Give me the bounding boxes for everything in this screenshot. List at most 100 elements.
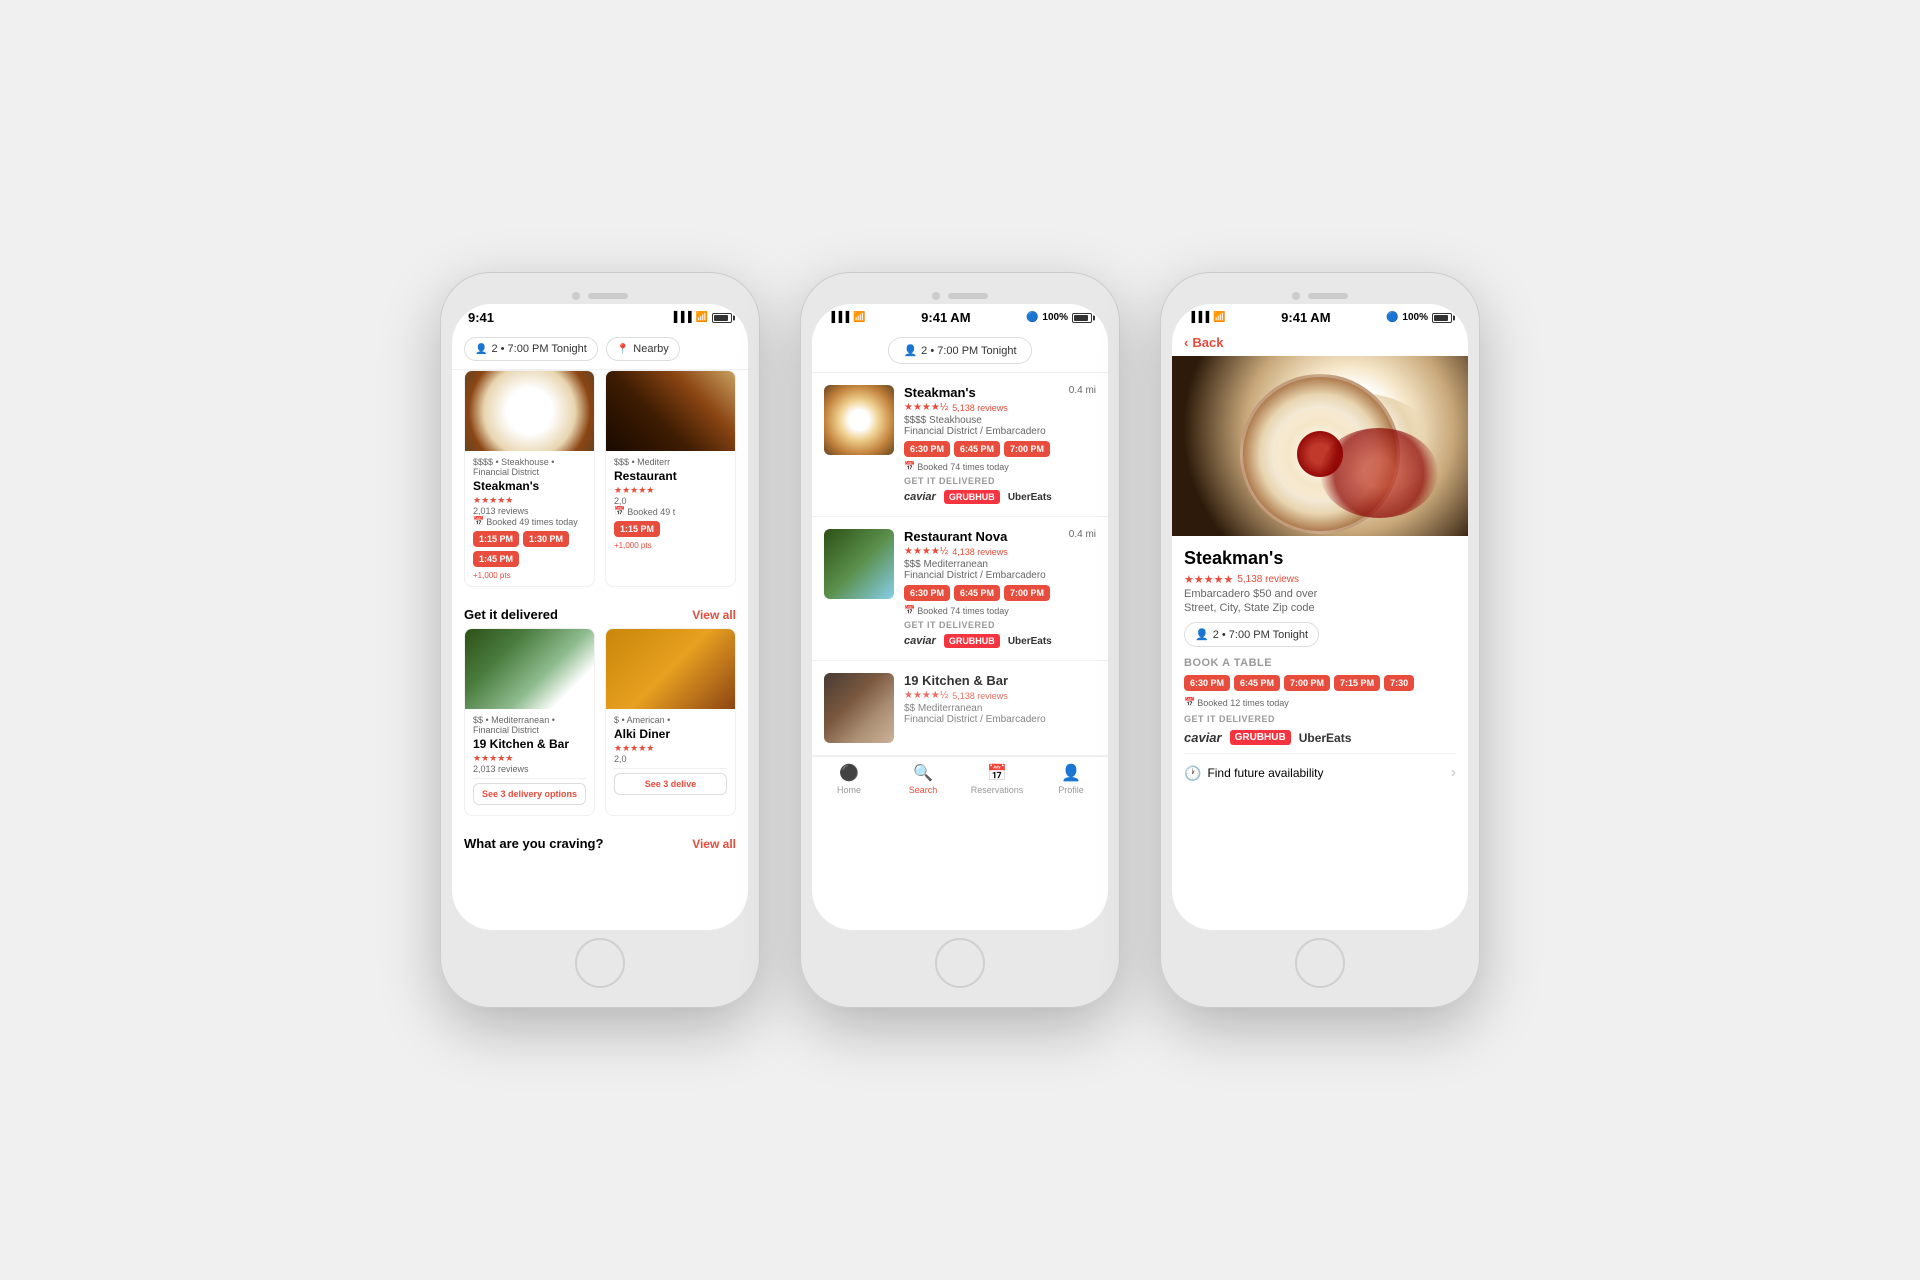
status-icons-2: ▐▐▐ 📶 [828,312,866,323]
detail-slot-3[interactable]: 7:00 PM [1284,675,1330,691]
profile-icon-nav: 👤 [1061,763,1081,783]
grubhub-logo-2[interactable]: GRUBHUB [944,634,1000,648]
result-rating-2: ★★★★½ 4,138 reviews [904,546,1059,557]
slot-1-2[interactable]: 1:30 PM [523,531,569,547]
detail-slot-2[interactable]: 6:45 PM [1234,675,1280,691]
result-loc-2: Financial District / Embarcadero [904,570,1059,581]
card-name-4: Alki Diner [614,727,727,741]
search-header-2: 👤 2 • 7:00 PM Tonight [812,329,1108,373]
slot-1-3[interactable]: 1:45 PM [473,551,519,567]
result-item-3[interactable]: 19 Kitchen & Bar ★★★★½ 5,138 reviews $$ … [812,661,1108,756]
phone-1-notch [572,292,628,300]
home-button-3[interactable] [1295,938,1345,988]
caviar-logo-1[interactable]: caviar [904,491,936,503]
battery-pct-2: 100% [1042,312,1068,323]
ubereats-logo-2[interactable]: UberEats [1008,636,1052,647]
result-cat-1: $$$$ Steakhouse [904,415,1059,426]
restaurant-card-1[interactable]: $$$$ • Steakhouse • Financial District S… [464,370,595,587]
result-booked-1: 📅 Booked 74 times today [904,461,1059,472]
detail-party-filter[interactable]: 👤 2 • 7:00 PM Tonight [1184,622,1319,647]
search-icon-nav: 🔍 [913,763,933,783]
search-filter-pill-2[interactable]: 👤 2 • 7:00 PM Tonight [888,337,1031,364]
party-filter-1[interactable]: 👤 2 • 7:00 PM Tonight [464,337,598,361]
result-slot-1-1[interactable]: 6:30 PM [904,441,950,457]
card-booked-2: 📅 Booked 49 t [614,506,727,517]
grubhub-logo-1[interactable]: GRUBHUB [944,490,1000,504]
delivery-options-4: See 3 delive [614,768,727,799]
caviar-logo-detail[interactable]: caviar [1184,730,1222,745]
card-info-1: $$$$ • Steakhouse • Financial District S… [465,451,594,586]
phone-2-screen: ▐▐▐ 📶 9:41 AM 🔵 100% 👤 2 [812,304,1108,930]
status-time-2: 9:41 AM [921,310,970,325]
get-delivered-label-2: GET IT DELIVERED [904,620,1059,630]
back-button[interactable]: ‹ Back [1172,329,1468,356]
result-item-2[interactable]: Restaurant Nova ★★★★½ 4,138 reviews $$$ … [812,517,1108,661]
status-bar-1: 9:41 ▐▐▐ 📶 [452,304,748,329]
card-info-4: $ • American • Alki Diner ★★★★★ 2,0 See … [606,709,735,805]
cal-icon-r1: 📅 [904,461,915,472]
ubereats-logo-detail[interactable]: UberEats [1299,731,1352,745]
person-icon: 👤 [475,344,487,355]
home-button-1[interactable] [575,938,625,988]
speaker-3 [1308,293,1348,299]
search-filter-label-2: 2 • 7:00 PM Tonight [921,345,1016,357]
calendar-icon-1: 📅 [473,516,484,527]
result-slot-2-3[interactable]: 7:00 PM [1004,585,1050,601]
result-reviews-1: 5,138 reviews [952,403,1008,413]
detail-content: Steakman's ★★★★★ 5,138 reviews Embarcade… [1172,536,1468,804]
battery-icon-2 [1072,313,1092,323]
caviar-logo-2[interactable]: caviar [904,635,936,647]
result-slot-1-2[interactable]: 6:45 PM [954,441,1000,457]
grubhub-logo-detail[interactable]: GRUBHUB [1230,730,1291,745]
restaurant-card-2[interactable]: $$$ • Mediterr Restaurant ★★★★★ 2,0 📅 Bo… [605,370,736,587]
nav-home[interactable]: ⚫ Home [812,763,886,795]
result-slot-2-2[interactable]: 6:45 PM [954,585,1000,601]
signal-icon-3: ▐▐▐ [1188,312,1209,323]
detail-meta-1: Embarcadero $50 and over [1184,588,1456,600]
home-button-2[interactable] [935,938,985,988]
scene: 9:41 ▐▐▐ 📶 👤 2 • 7:00 PM Tonight 📍 [400,232,1520,1048]
see-delivery-btn-3[interactable]: See 3 delivery options [473,783,586,805]
detail-filter-label: 2 • 7:00 PM Tonight [1213,629,1308,641]
nav-reservations-label: Reservations [971,785,1024,795]
nav-profile[interactable]: 👤 Profile [1034,763,1108,795]
restaurant-card-4[interactable]: $ • American • Alki Diner ★★★★★ 2,0 See … [605,628,736,816]
slot-2-1[interactable]: 1:15 PM [614,521,660,537]
card-img-2 [606,371,735,451]
detail-filter: 👤 2 • 7:00 PM Tonight [1184,622,1456,647]
card-stars-4: ★★★★★ [614,743,727,754]
phone-2-notch [932,292,988,300]
plate-img-2 [606,371,735,451]
location-filter-1[interactable]: 📍 Nearby [606,337,680,361]
result-slot-1-3[interactable]: 7:00 PM [1004,441,1050,457]
status-icons-1: ▐▐▐ 📶 [670,312,732,323]
card-reviews-4: 2,0 [614,754,727,764]
result-rating-3: ★★★★½ 5,138 reviews [904,690,1096,701]
detail-slot-4[interactable]: 7:15 PM [1334,675,1380,691]
result-cat-3: $$ Mediterranean [904,703,1096,714]
nav-search[interactable]: 🔍 Search [886,763,960,795]
nav-search-label: Search [909,785,938,795]
see-delivery-btn-4[interactable]: See 3 delive [614,773,727,795]
card-booked-1: 📅 Booked 49 times today [473,516,586,527]
detail-slot-1[interactable]: 6:30 PM [1184,675,1230,691]
result-item-1[interactable]: Steakman's ★★★★½ 5,138 reviews $$$$ Stea… [812,373,1108,517]
detail-slot-5[interactable]: 7:30 [1384,675,1414,691]
time-slots-1: 1:15 PM 1:30 PM 1:45 PM [473,531,586,567]
result-name-2: Restaurant Nova [904,529,1059,544]
nav-reservations[interactable]: 📅 Reservations [960,763,1034,795]
signal-icon: ▐▐▐ [670,312,691,323]
burger-img [606,629,735,709]
status-icons-3b: 🔵 100% [1386,312,1452,323]
view-all-craving[interactable]: View all [692,837,736,851]
ubereats-logo-1[interactable]: UberEats [1008,492,1052,503]
future-avail[interactable]: 🕐 Find future availability › [1184,753,1456,792]
result-slot-2-1[interactable]: 6:30 PM [904,585,950,601]
card-meta-4: $ • American • [614,715,727,725]
phone-3-top [1172,284,1468,304]
slot-1-1[interactable]: 1:15 PM [473,531,519,547]
status-bar-3: ▐▐▐ 📶 9:41 AM 🔵 100% [1172,304,1468,329]
card-meta-1: $$$$ • Steakhouse • Financial District [473,457,586,477]
restaurant-card-3[interactable]: $$ • Mediterranean • Financial District … [464,628,595,816]
view-all-delivery[interactable]: View all [692,608,736,622]
